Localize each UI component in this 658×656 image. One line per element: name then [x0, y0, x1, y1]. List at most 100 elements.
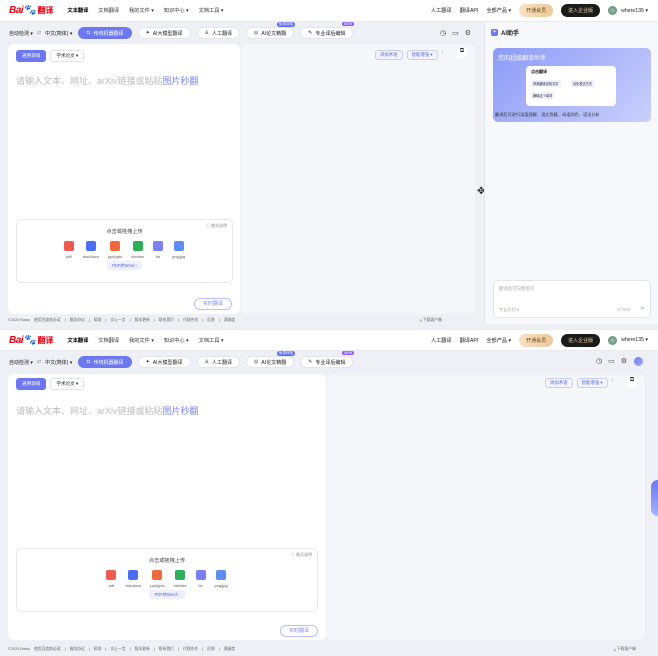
source-editor-top[interactable]: 通用领域 学术论文 ▾ 请输入文本、网址、arXiv链接或粘贴图片秒翻 ⓘ 格式… [8, 44, 240, 314]
footer-link[interactable]: 代理合作 [183, 647, 198, 652]
filetype-xls: xls/xlsx [174, 570, 187, 588]
add-term-button[interactable]: 添加术语 [545, 378, 573, 388]
target-lang-select[interactable]: 中文(简体) ▾ [45, 359, 72, 366]
nav-api[interactable]: 翻译API [460, 7, 479, 14]
vip-button[interactable]: 开通会员 [519, 333, 554, 347]
user-menu[interactable]: where135 ▾ [608, 6, 648, 15]
footer-link[interactable]: 反馈 [207, 647, 215, 652]
footer-link[interactable]: 满意度 [224, 647, 235, 652]
nav-knowledge[interactable]: 知识中心 ▾ [164, 7, 189, 14]
nav-human-translate[interactable]: 人工翻译 [431, 337, 452, 344]
format-note[interactable]: ⓘ 格式说明 [291, 552, 312, 558]
swap-icon[interactable]: ⇄ [37, 359, 41, 365]
smart-polish-button[interactable]: 智能增强 ▾ [406, 50, 438, 60]
mode-post-edit[interactable]: ✎ 专业译后编辑 NEW [300, 22, 355, 39]
add-term-button[interactable]: 添加术语 [375, 50, 403, 60]
user-menu[interactable]: where135 ▾ [608, 335, 648, 345]
source-lang-select[interactable]: 自动检测 ▾ [9, 359, 33, 366]
smart-polish-button[interactable]: 智能增强 ▾ [576, 378, 608, 388]
nav-human-translate[interactable]: 人工翻译 [431, 7, 452, 14]
domain-general[interactable]: 通用领域 [16, 50, 47, 62]
footer-link[interactable]: 服务协议 [70, 318, 85, 323]
filetype-label: doc/docx [125, 583, 142, 588]
target-lang-select[interactable]: 中文(简体) ▾ [45, 30, 72, 37]
footer-link[interactable]: 反馈 [207, 318, 215, 323]
history-icon[interactable]: ◷ [596, 357, 602, 365]
footer-link[interactable]: 帮助 [94, 318, 102, 323]
footer-link[interactable]: 满意度 [224, 318, 235, 323]
folder-icon[interactable]: ▭ [608, 357, 615, 365]
mode-post-edit[interactable]: ✎ 专业译后编辑 NEW [300, 351, 355, 368]
footer-link[interactable]: 版本更新 [135, 318, 150, 323]
copy-icon[interactable]: ⧉ [627, 377, 637, 387]
doc-icon [85, 241, 96, 251]
pdf-to-word-button[interactable]: PDF转Word › [106, 261, 143, 270]
nav-text-translate[interactable]: 文本翻译 [68, 7, 89, 14]
footer-link[interactable]: 联系我们 [159, 647, 174, 652]
ai-input[interactable]: 翻译后可向我提问 专业识别 ▾ 0 / 500 ➤ [493, 280, 651, 318]
gear-icon[interactable]: ⚙ [465, 29, 471, 37]
footer-link[interactable]: 文心一言 [110, 647, 125, 652]
domain-academic[interactable]: 学术论文 ▾ [50, 378, 85, 390]
enterprise-button[interactable]: 进入企业版 [561, 4, 601, 17]
mode-paper[interactable]: ◎ AI论文精翻 免费体验 [246, 351, 296, 368]
mode-llm[interactable]: ✦ AI大模型翻译 [137, 27, 191, 39]
history-icon[interactable]: ◷ [440, 29, 446, 37]
nav-doc-translate[interactable]: 文档翻译 [98, 337, 119, 344]
nav-my-files[interactable]: 我的文件 ▾ [129, 7, 154, 14]
translate-button[interactable]: 实时翻译 [279, 625, 318, 637]
nav-text-translate[interactable]: 文本翻译 [68, 337, 89, 344]
upload-area[interactable]: ⓘ 格式说明 点击或拖拽上传 pdf doc/docx ppt/pptx xls… [16, 548, 318, 612]
upload-title: 点击或拖拽上传 [148, 558, 186, 564]
copy-icon[interactable]: ⧉ [457, 48, 467, 58]
nav-all-products[interactable]: 全部产品 ▾ [486, 337, 511, 344]
mode-machine[interactable]: ⇆ 传统机器翻译 [78, 27, 132, 39]
send-icon[interactable]: ➤ [640, 305, 645, 312]
nav-doc-translate[interactable]: 文档翻译 [98, 7, 119, 14]
ppt-icon [152, 570, 163, 580]
translate-button[interactable]: 实时翻译 [193, 298, 232, 310]
mode-machine[interactable]: ⇆ 传统机器翻译 [78, 356, 132, 368]
footer-link[interactable]: 使用百度前必读 [34, 647, 61, 652]
download-client-top[interactable]: ⤓ 下载客户端 [420, 318, 442, 323]
nav-api[interactable]: 翻译API [460, 337, 479, 344]
mode-human[interactable]: ♙ 人工翻译 [196, 356, 240, 368]
nav-doc-tools[interactable]: 文档工具 ▾ [199, 337, 224, 344]
download-client-bottom[interactable]: ⤓ 下载客户端 [614, 647, 636, 652]
ai-mode-select[interactable]: 专业识别 ▾ [499, 307, 519, 313]
filetype-pdf: pdf [63, 241, 74, 259]
upload-area[interactable]: ⓘ 格式说明 点击或拖拽上传 pdf doc/docx ppt/pptx xls… [16, 219, 233, 283]
footer-link[interactable]: 文心一言 [110, 318, 125, 323]
swap-icon[interactable]: ⇄ [37, 30, 41, 36]
domain-general[interactable]: 通用领域 [16, 378, 47, 390]
footer-link[interactable]: 服务协议 [70, 647, 85, 652]
mode-paper[interactable]: ◎ AI论文精翻 免费体验 [246, 22, 296, 39]
baidu-fanyi-logo[interactable]: Bai 🐾 翻译 [9, 335, 54, 346]
nav-knowledge[interactable]: 知识中心 ▾ [164, 337, 189, 344]
pdf-to-word-button[interactable]: PDF转Word › [149, 590, 185, 599]
image-translate-link[interactable]: 图片秒翻 [163, 76, 199, 86]
nav-all-products[interactable]: 全部产品 ▾ [486, 7, 511, 14]
footer-link[interactable]: 联系我们 [159, 318, 174, 323]
footer-link[interactable]: 使用百度前必读 [34, 318, 61, 323]
mode-llm[interactable]: ✦ AI大模型翻译 [137, 356, 191, 368]
footer-link[interactable]: 代理合作 [183, 318, 198, 323]
vip-button[interactable]: 开通会员 [519, 4, 554, 17]
filetype-doc: doc/docx [83, 241, 99, 259]
format-note[interactable]: ⓘ 格式说明 [206, 223, 227, 229]
gear-icon[interactable]: ⚙ [621, 357, 627, 365]
mode-human[interactable]: ♙ 人工翻译 [196, 27, 240, 39]
domain-academic[interactable]: 学术论文 ▾ [50, 50, 85, 62]
image-translate-link[interactable]: 图片秒翻 [163, 406, 199, 416]
footer-link[interactable]: 版本更新 [135, 647, 150, 652]
nav-my-files[interactable]: 我的文件 ▾ [129, 337, 154, 344]
nav-doc-tools[interactable]: 文档工具 ▾ [199, 7, 224, 14]
baidu-fanyi-logo[interactable]: Bai 🐾 翻译 [9, 5, 54, 16]
folder-icon[interactable]: ▭ [452, 29, 459, 37]
source-editor-bottom[interactable]: 通用领域 学术论文 ▾ 请输入文本、网址、arXiv链接或粘贴图片秒翻 ⓘ 格式… [8, 374, 326, 640]
enterprise-button[interactable]: 进入企业版 [561, 333, 601, 347]
ai-side-tab[interactable] [651, 480, 658, 516]
footer-link[interactable]: 帮助 [94, 647, 102, 652]
ai-assistant-collapsed-icon[interactable] [634, 357, 643, 366]
source-lang-select[interactable]: 自动检测 ▾ [9, 30, 33, 37]
